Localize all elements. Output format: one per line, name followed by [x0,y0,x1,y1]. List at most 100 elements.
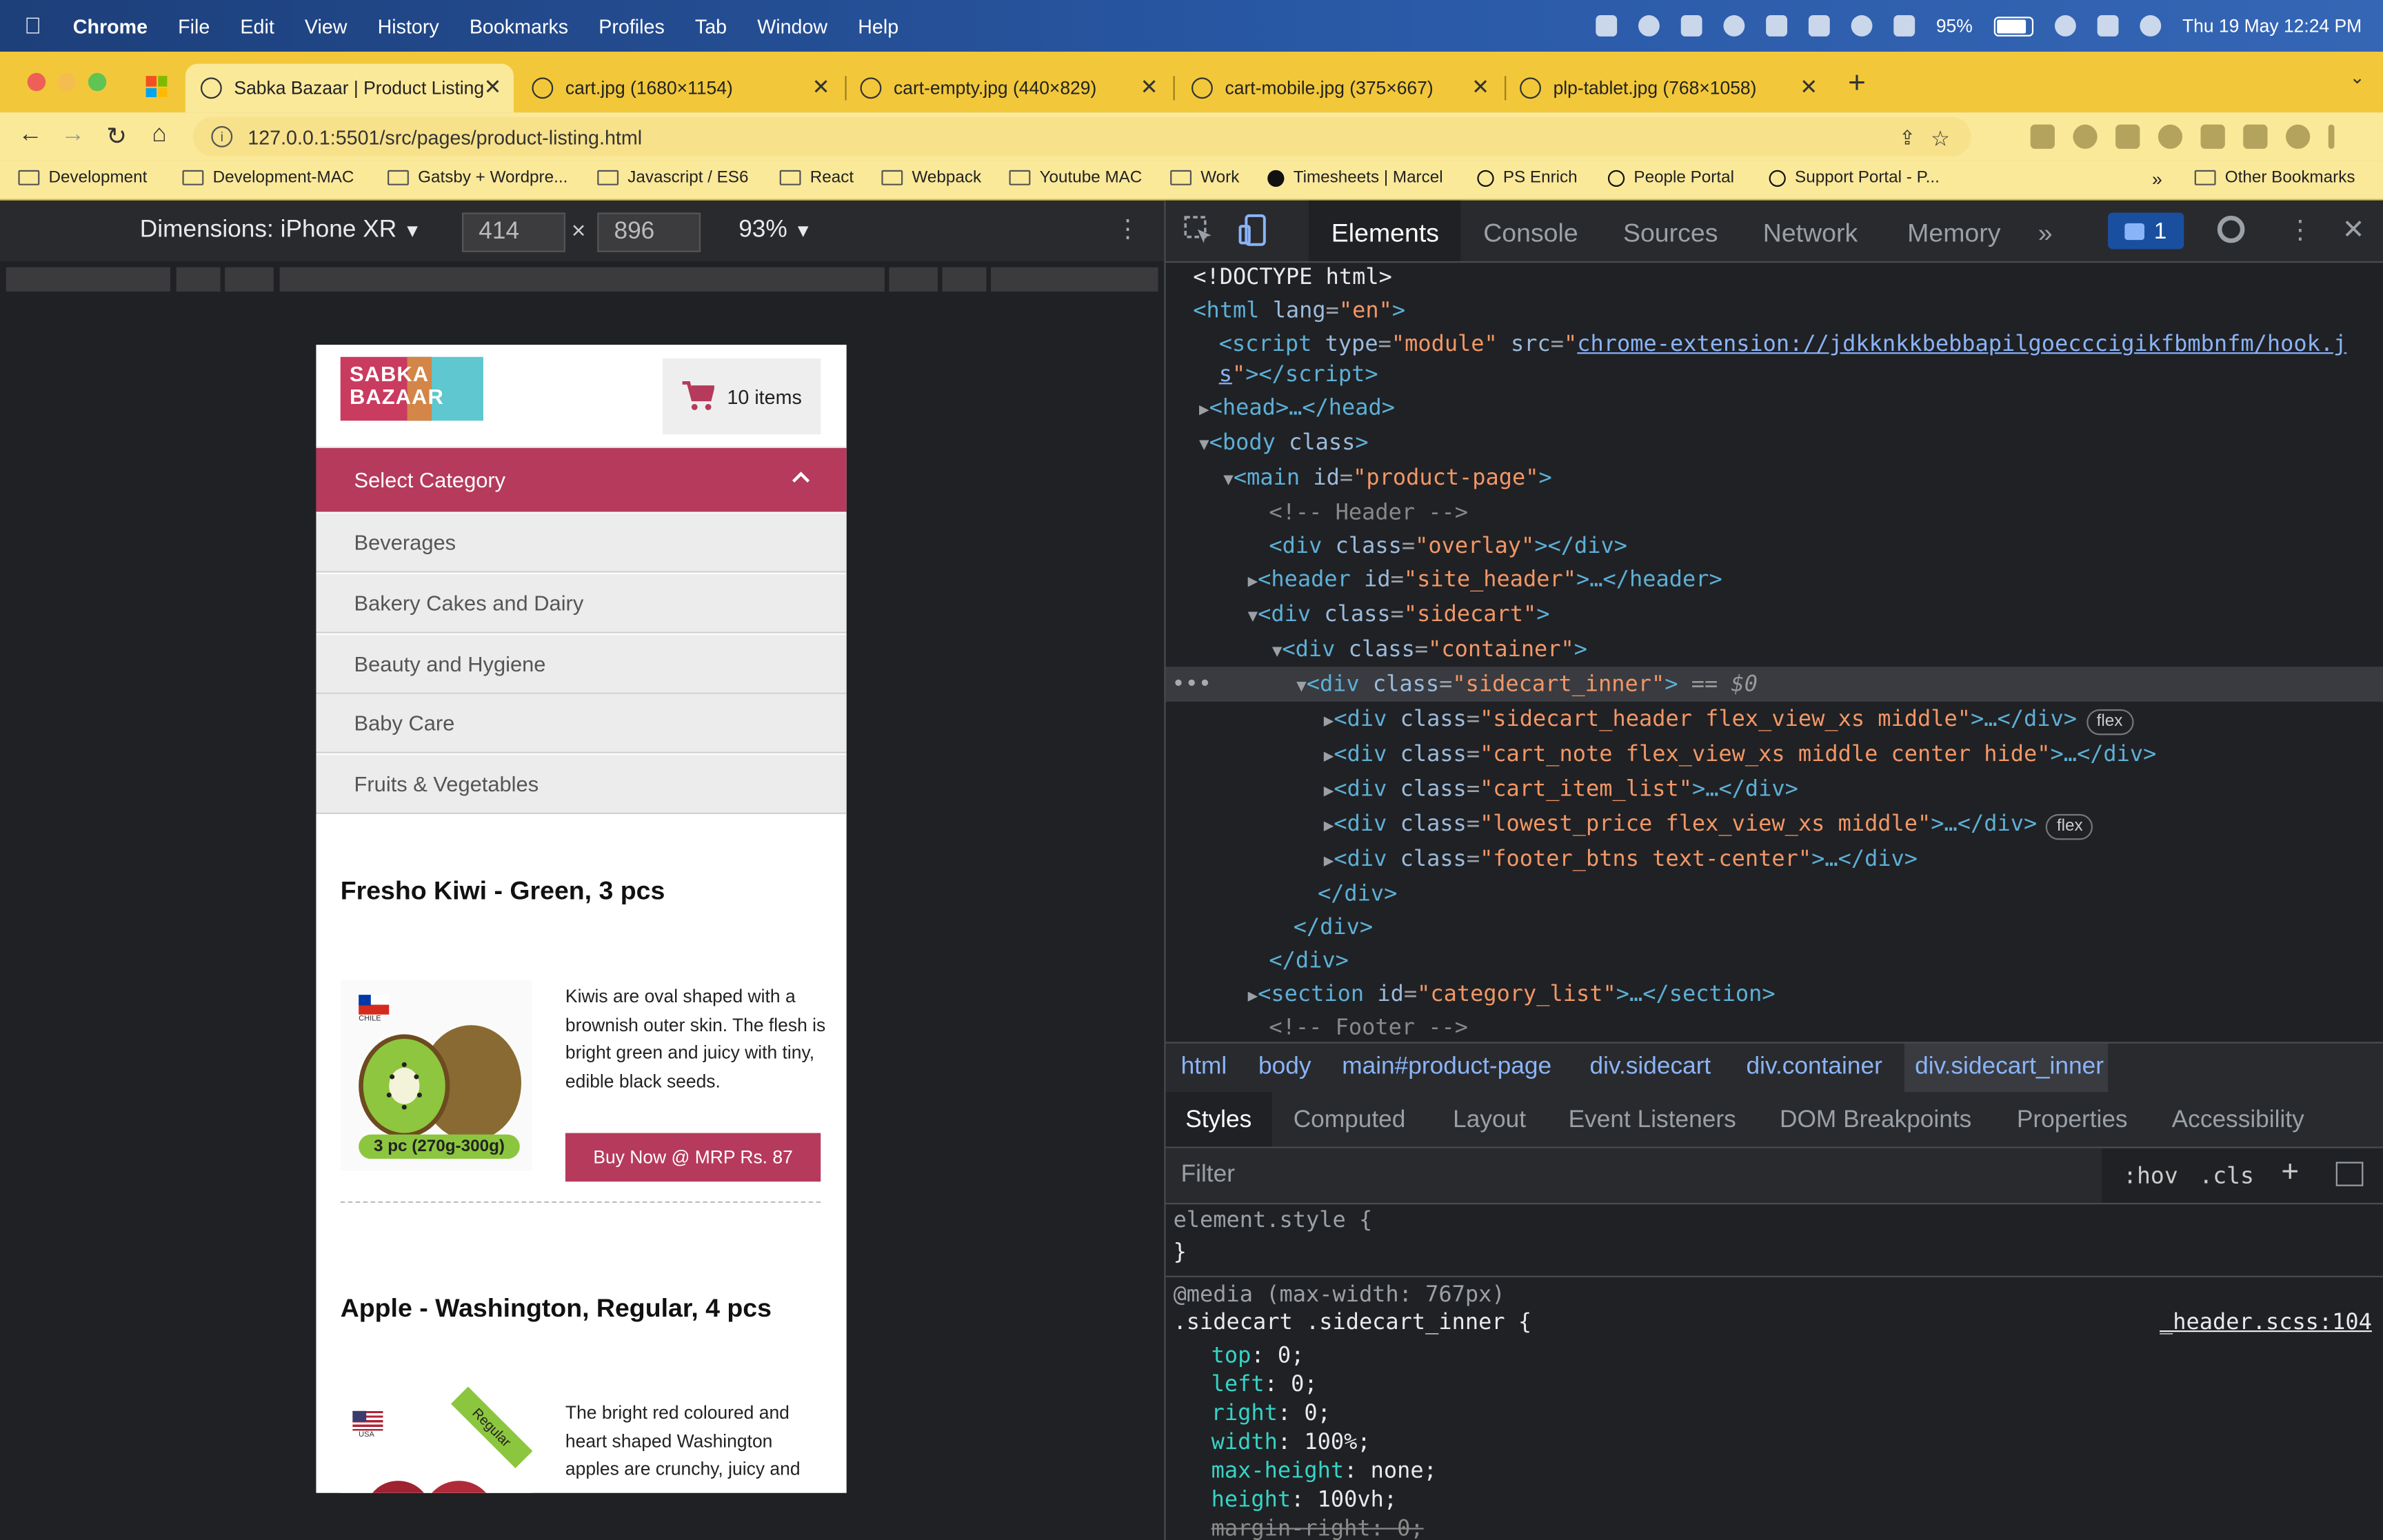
tab-cart-jpg[interactable]: cart.jpg (1680×1154) ✕ [516,64,842,113]
bookmark-folder[interactable]: Development-MAC [182,169,354,187]
flex-badge[interactable]: flex [2046,813,2094,840]
menu-history[interactable]: History [378,14,439,37]
dom-node-main[interactable]: ▼<main id="product-page"> [1223,466,1551,490]
site-logo[interactable]: SABKA BAZAAR [340,356,487,421]
select-category-dropdown[interactable]: Select Category [316,447,847,512]
bookmark-folder[interactable]: Work [1170,169,1239,187]
device-width-input[interactable]: 414 [462,212,565,252]
more-options-icon[interactable]: ⋮ [2287,216,2313,246]
status-app-icon-3[interactable] [1723,15,1745,37]
clock[interactable]: Thu 19 May 12:24 PM [2182,15,2362,37]
battery-icon[interactable] [1993,16,2033,36]
w-extension-icon[interactable] [2158,124,2183,149]
tab-plp-tablet-jpg[interactable]: plp-tablet.jpg (768×1058) ✕ [1505,64,1830,113]
puzzle-extensions-icon[interactable] [2200,124,2225,149]
subtab-styles[interactable]: Styles [1185,1107,1251,1135]
dom-comment-footer[interactable]: <!-- Footer --> [1269,1016,1468,1040]
tab-sources[interactable]: Sources [1623,219,1718,249]
bookmark-folder[interactable]: React [779,169,854,187]
apple-icon[interactable]:  [24,13,52,39]
inspect-element-icon[interactable] [1184,216,1214,246]
breadcrumb-sidecart-inner[interactable]: div.sidecart_inner [1915,1054,2104,1082]
pen-extension-icon[interactable] [2030,124,2055,149]
dom-close-div[interactable]: </div> [1294,916,1373,940]
tab-memory[interactable]: Memory [1907,219,2000,249]
cls-toggle[interactable]: .cls [2199,1162,2254,1189]
settings-gear-icon[interactable] [2217,215,2245,243]
expand-triangle-icon[interactable]: ▶ [1199,399,1209,419]
menu-app-name[interactable]: Chrome [73,14,148,37]
collapse-triangle-icon[interactable]: ▼ [1272,641,1283,661]
category-item-beverages[interactable]: Beverages [316,513,847,573]
subtab-properties[interactable]: Properties [2017,1107,2128,1135]
breadcrumb-main[interactable]: main#product-page [1342,1054,1551,1082]
node-actions-ellipsis-icon[interactable]: ••• [1172,673,1211,697]
css-property-overridden[interactable]: margin-right: 0; [1211,1517,1424,1540]
dom-node-footer-btns[interactable]: ▶<div class="footer_btns text-center">…<… [1324,847,1918,871]
tab-elements[interactable]: Elements [1331,219,1439,249]
dom-node-script[interactable]: <script type="module" src="chrome-extens… [1219,333,2347,357]
dom-comment-header[interactable]: <!-- Header --> [1269,501,1468,525]
breadcrumb-body[interactable]: body [1258,1054,1311,1082]
menu-bookmarks[interactable]: Bookmarks [470,14,568,37]
dom-node-cart-note[interactable]: ▶<div class="cart_note flex_view_xs midd… [1324,742,2157,767]
styles-filter-input[interactable]: Filter [1181,1162,1235,1189]
css-property[interactable]: top: 0; [1211,1344,1305,1368]
dom-node-header[interactable]: ▶<header id="site_header">…</header> [1248,568,1722,592]
css-property[interactable]: left: 0; [1211,1373,1318,1397]
close-tab-icon[interactable]: ✕ [1140,74,1158,100]
collapse-triangle-icon[interactable]: ▼ [1248,606,1258,626]
new-style-rule-icon[interactable]: + [2281,1156,2299,1191]
wifi-icon[interactable] [2054,15,2076,37]
dom-node-lowest-price[interactable]: ▶<div class="lowest_price flex_view_xs m… [1324,813,2094,840]
bookmark-folder[interactable]: Gatsby + Wordpre... [388,169,567,187]
device-height-input[interactable]: 896 [597,212,701,252]
menu-profiles[interactable]: Profiles [599,14,665,37]
tab-console[interactable]: Console [1483,219,1578,249]
bookmark-link[interactable]: People Portal [1607,169,1734,187]
expand-triangle-icon[interactable]: ▶ [1324,746,1334,766]
device-dimensions-select[interactable]: Dimensions: iPhone XR ▼ [140,217,421,245]
subtab-dom-breakpoints[interactable]: DOM Breakpoints [1780,1107,1971,1135]
microsoft-logo-icon[interactable] [145,76,168,98]
other-bookmarks[interactable]: Other Bookmarks [2194,169,2355,187]
dom-node-category-list[interactable]: ▶<section id="category_list">…</section> [1248,982,1776,1006]
category-item-beauty[interactable]: Beauty and Hygiene [316,634,847,694]
collapse-triangle-icon[interactable]: ▼ [1199,434,1209,454]
dom-close-div[interactable]: </div> [1318,882,1397,906]
element-style-rule[interactable]: element.style { [1174,1209,1373,1233]
share-icon[interactable]: ⇪ [1899,126,1916,152]
subtab-computed[interactable]: Computed [1294,1107,1406,1135]
more-options-icon[interactable]: ⋮ [1116,214,1140,245]
home-icon[interactable]: ⌂ [152,121,166,149]
zoom-select[interactable]: 93% ▼ [738,217,812,245]
search-icon[interactable] [1638,15,1660,37]
category-item-baby-care[interactable]: Baby Care [316,693,847,753]
dom-node-sidecart[interactable]: ▼<div class="sidecart"> [1248,603,1550,627]
menu-window[interactable]: Window [757,14,827,37]
close-window-icon[interactable] [27,72,46,92]
status-app-icon-4[interactable] [1808,15,1830,37]
bookmark-folder[interactable]: Development [18,169,147,187]
close-tab-icon[interactable]: ✕ [812,74,830,100]
expand-triangle-icon[interactable]: ▶ [1324,711,1334,731]
bookmark-folder[interactable]: Webpack [881,169,981,187]
close-devtools-icon[interactable]: ✕ [2342,214,2365,246]
status-app-icon[interactable] [1596,15,1617,37]
collapse-triangle-icon[interactable]: ▼ [1223,469,1234,489]
expand-triangle-icon[interactable]: ▶ [1324,815,1334,835]
product-image[interactable]: CHILE 3 pc (270g-300g) [340,980,532,1171]
breadcrumb-container[interactable]: div.container [1747,1054,1882,1082]
address-bar[interactable]: i 127.0.0.1:5501/src/pages/product-listi… [192,116,1971,156]
headphones-icon[interactable] [1851,15,1873,37]
close-tab-icon[interactable]: ✕ [1471,74,1489,100]
expand-triangle-icon[interactable]: ▶ [1248,986,1258,1006]
chrome-menu-icon[interactable] [2328,124,2335,149]
close-tab-icon[interactable]: ✕ [483,74,501,100]
bluetooth-icon[interactable] [1893,15,1915,37]
expand-triangle-icon[interactable]: ▶ [1248,571,1258,591]
dom-doctype[interactable]: <!DOCTYPE html> [1193,266,1392,290]
device-toolbar-toggle-icon[interactable] [1238,214,1269,247]
cart-button[interactable]: 10 items [662,358,821,435]
subtab-accessibility[interactable]: Accessibility [2172,1107,2304,1135]
